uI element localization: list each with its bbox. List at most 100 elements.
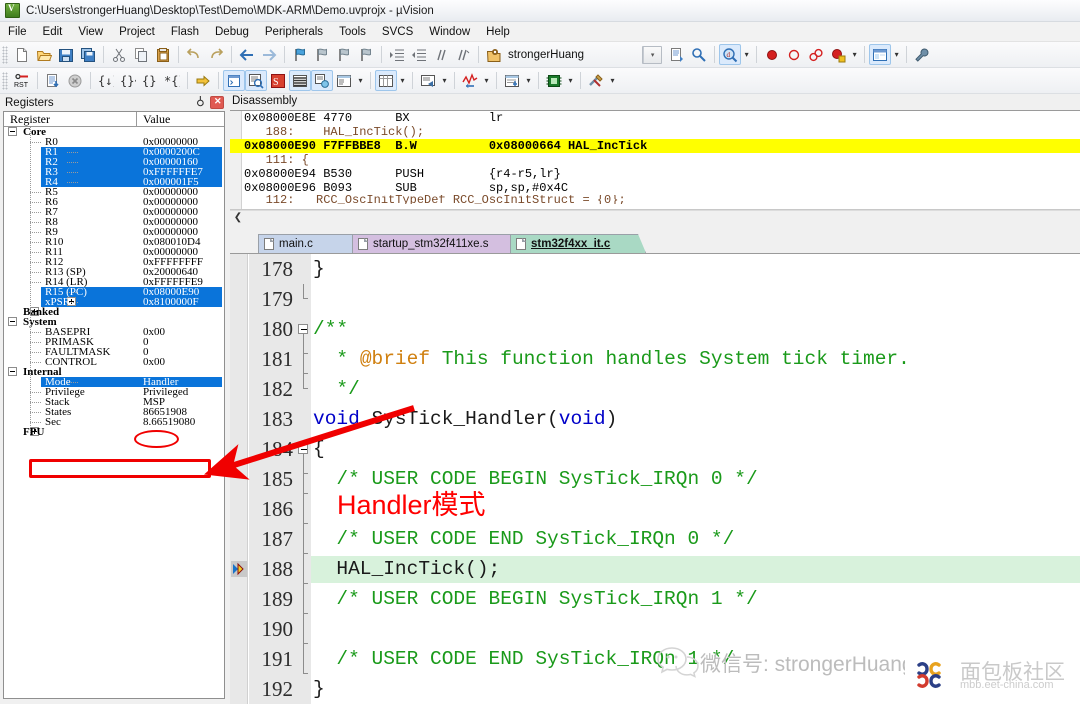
- code-text[interactable]: /* USER CODE BEGIN SysTick_IRQn 1 */: [313, 584, 757, 614]
- register-row[interactable]: Internal: [4, 366, 224, 378]
- close-icon[interactable]: [210, 96, 224, 109]
- step-over-icon[interactable]: {}↷: [117, 70, 139, 91]
- disassembly-line[interactable]: 0x08000E96 B093 SUB sp,sp,#0x4C: [230, 181, 1080, 195]
- chevron-down-icon[interactable]: ▾: [643, 46, 662, 63]
- disassembly-line[interactable]: 111: {: [230, 153, 1080, 167]
- uncomment-icon[interactable]: [452, 44, 474, 65]
- paste-icon[interactable]: [152, 44, 174, 65]
- analysis-window-icon[interactable]: t: [459, 70, 481, 91]
- bookmark-next-icon[interactable]: [333, 44, 355, 65]
- open-file-icon[interactable]: [33, 44, 55, 65]
- menu-svcs[interactable]: SVCS: [374, 24, 421, 40]
- indent-icon[interactable]: [386, 44, 408, 65]
- code-text[interactable]: /* USER CODE END SysTick_IRQn 0 */: [313, 524, 734, 554]
- run-to-cursor-icon[interactable]: *{}: [161, 70, 183, 91]
- registers-tree[interactable]: Register Value Core R0 0x00000000 R1 0x00002…: [3, 111, 225, 699]
- target-options-icon[interactable]: [483, 44, 505, 65]
- find-in-files-icon[interactable]: [688, 44, 710, 65]
- register-row[interactable]: FAULTMASK 0: [4, 346, 224, 358]
- trace-window-icon[interactable]: [501, 70, 523, 91]
- bookmark-prev-icon[interactable]: [311, 44, 333, 65]
- new-file-icon[interactable]: [11, 44, 33, 65]
- code-text[interactable]: /**: [313, 314, 348, 344]
- breakpoint-kill-all-icon[interactable]: [805, 44, 827, 65]
- menu-help[interactable]: Help: [478, 24, 518, 40]
- watch-window-icon[interactable]: [333, 70, 355, 91]
- menu-peripherals[interactable]: Peripherals: [257, 24, 331, 40]
- bookmark-toggle-icon[interactable]: [289, 44, 311, 65]
- menu-window[interactable]: Window: [421, 24, 478, 40]
- code-text[interactable]: {: [313, 434, 325, 464]
- disassembly-line[interactable]: 188: HAL_IncTick();: [230, 125, 1080, 139]
- register-row[interactable]: Stack MSP: [4, 396, 224, 408]
- show-next-statement-icon[interactable]: [192, 70, 214, 91]
- disassembly-line[interactable]: 0x08000E94 B530 PUSH {r4-r5,lr}: [230, 167, 1080, 181]
- manage-windows-icon[interactable]: [869, 44, 892, 65]
- register-row[interactable]: BASEPRI 0x00: [4, 326, 224, 338]
- disassembly-body[interactable]: 0x08000E8E 4770 BX lr 188: HAL_IncTick()…: [230, 110, 1080, 210]
- fold-gutter[interactable]: [297, 254, 311, 704]
- build-output-icon[interactable]: [666, 44, 688, 65]
- configure-icon[interactable]: [911, 44, 933, 65]
- reset-cpu-icon[interactable]: RST: [11, 70, 33, 91]
- tab-stm32f4xx-it-c[interactable]: stm32f4xx_it.c: [510, 234, 646, 253]
- code-text[interactable]: }: [313, 254, 325, 284]
- registers-window-icon[interactable]: [289, 70, 311, 91]
- toolbox-dropdown-icon[interactable]: [607, 70, 618, 91]
- register-row[interactable]: xPSR 0x8100000F: [41, 296, 222, 308]
- magnifier-dropdown-icon[interactable]: [741, 44, 752, 65]
- menu-tools[interactable]: Tools: [331, 24, 374, 40]
- menu-file[interactable]: File: [0, 24, 35, 40]
- navigate-forward-icon[interactable]: [258, 44, 280, 65]
- pin-icon[interactable]: [194, 96, 207, 109]
- register-row[interactable]: PRIMASK 0: [4, 336, 224, 348]
- disassembly-line[interactable]: 112: RCC_OscInitTypeDef RCC_OscInitStruc…: [230, 195, 1080, 204]
- code-text[interactable]: }: [313, 674, 325, 704]
- serial-dropdown-icon[interactable]: [439, 70, 450, 91]
- disassembly-line[interactable]: 0x08000E8E 4770 BX lr: [230, 111, 1080, 125]
- tab-startup-s[interactable]: startup_stm32f411xe.s: [352, 234, 524, 253]
- memory-dropdown-icon[interactable]: [397, 70, 408, 91]
- watch-dropdown-icon[interactable]: [355, 70, 366, 91]
- code-text[interactable]: HAL_IncTick();: [313, 554, 500, 584]
- step-out-icon[interactable]: {}↑: [139, 70, 161, 91]
- disassembly-line[interactable]: 0x08000E90 F7FFBBE8 B.W 0x08000664 HAL_I…: [230, 139, 1080, 153]
- code-editor[interactable]: 178} 179 180 /** 181 * @brief This function …: [230, 253, 1080, 704]
- navigate-back-icon[interactable]: [236, 44, 258, 65]
- menu-edit[interactable]: Edit: [35, 24, 71, 40]
- analysis-dropdown-icon[interactable]: [481, 70, 492, 91]
- save-icon[interactable]: [55, 44, 77, 65]
- breakpoint-insert-icon[interactable]: [761, 44, 783, 65]
- step-icon[interactable]: {↓}: [95, 70, 117, 91]
- run-icon[interactable]: [42, 70, 64, 91]
- tab-main-c[interactable]: main.c: [258, 234, 366, 253]
- memory-window-icon[interactable]: [375, 70, 397, 91]
- register-row[interactable]: Privilege Privileged: [4, 386, 224, 398]
- register-row[interactable]: System: [4, 316, 224, 328]
- breakpoint-dropdown-icon[interactable]: [849, 44, 860, 65]
- stop-icon[interactable]: [64, 70, 86, 91]
- serial-window-icon[interactable]: [417, 70, 439, 91]
- toolbar-grip[interactable]: [2, 71, 8, 90]
- column-header-value[interactable]: Value: [137, 112, 224, 126]
- menu-project[interactable]: Project: [111, 24, 163, 40]
- system-viewer-dropdown-icon[interactable]: [565, 70, 576, 91]
- target-combo[interactable]: ▾: [642, 45, 663, 64]
- column-header-register[interactable]: Register: [4, 112, 137, 126]
- fold-collapse-icon[interactable]: [298, 444, 308, 454]
- code-text[interactable]: */: [313, 374, 359, 404]
- code-text[interactable]: void SysTick_Handler(void): [313, 404, 617, 434]
- symbols-window-icon[interactable]: S: [267, 70, 289, 91]
- breakpoint-disable-all-icon[interactable]: [827, 44, 849, 65]
- menu-view[interactable]: View: [70, 24, 111, 40]
- system-viewer-icon[interactable]: [543, 70, 565, 91]
- copy-icon[interactable]: [130, 44, 152, 65]
- toolbar-grip[interactable]: [2, 45, 8, 64]
- redo-icon[interactable]: [205, 44, 227, 65]
- menu-flash[interactable]: Flash: [163, 24, 207, 40]
- outdent-icon[interactable]: [408, 44, 430, 65]
- breakpoint-gutter[interactable]: [230, 254, 248, 704]
- comment-icon[interactable]: [430, 44, 452, 65]
- breakpoint-disable-icon[interactable]: [783, 44, 805, 65]
- scroll-left-icon[interactable]: ❮: [232, 212, 244, 224]
